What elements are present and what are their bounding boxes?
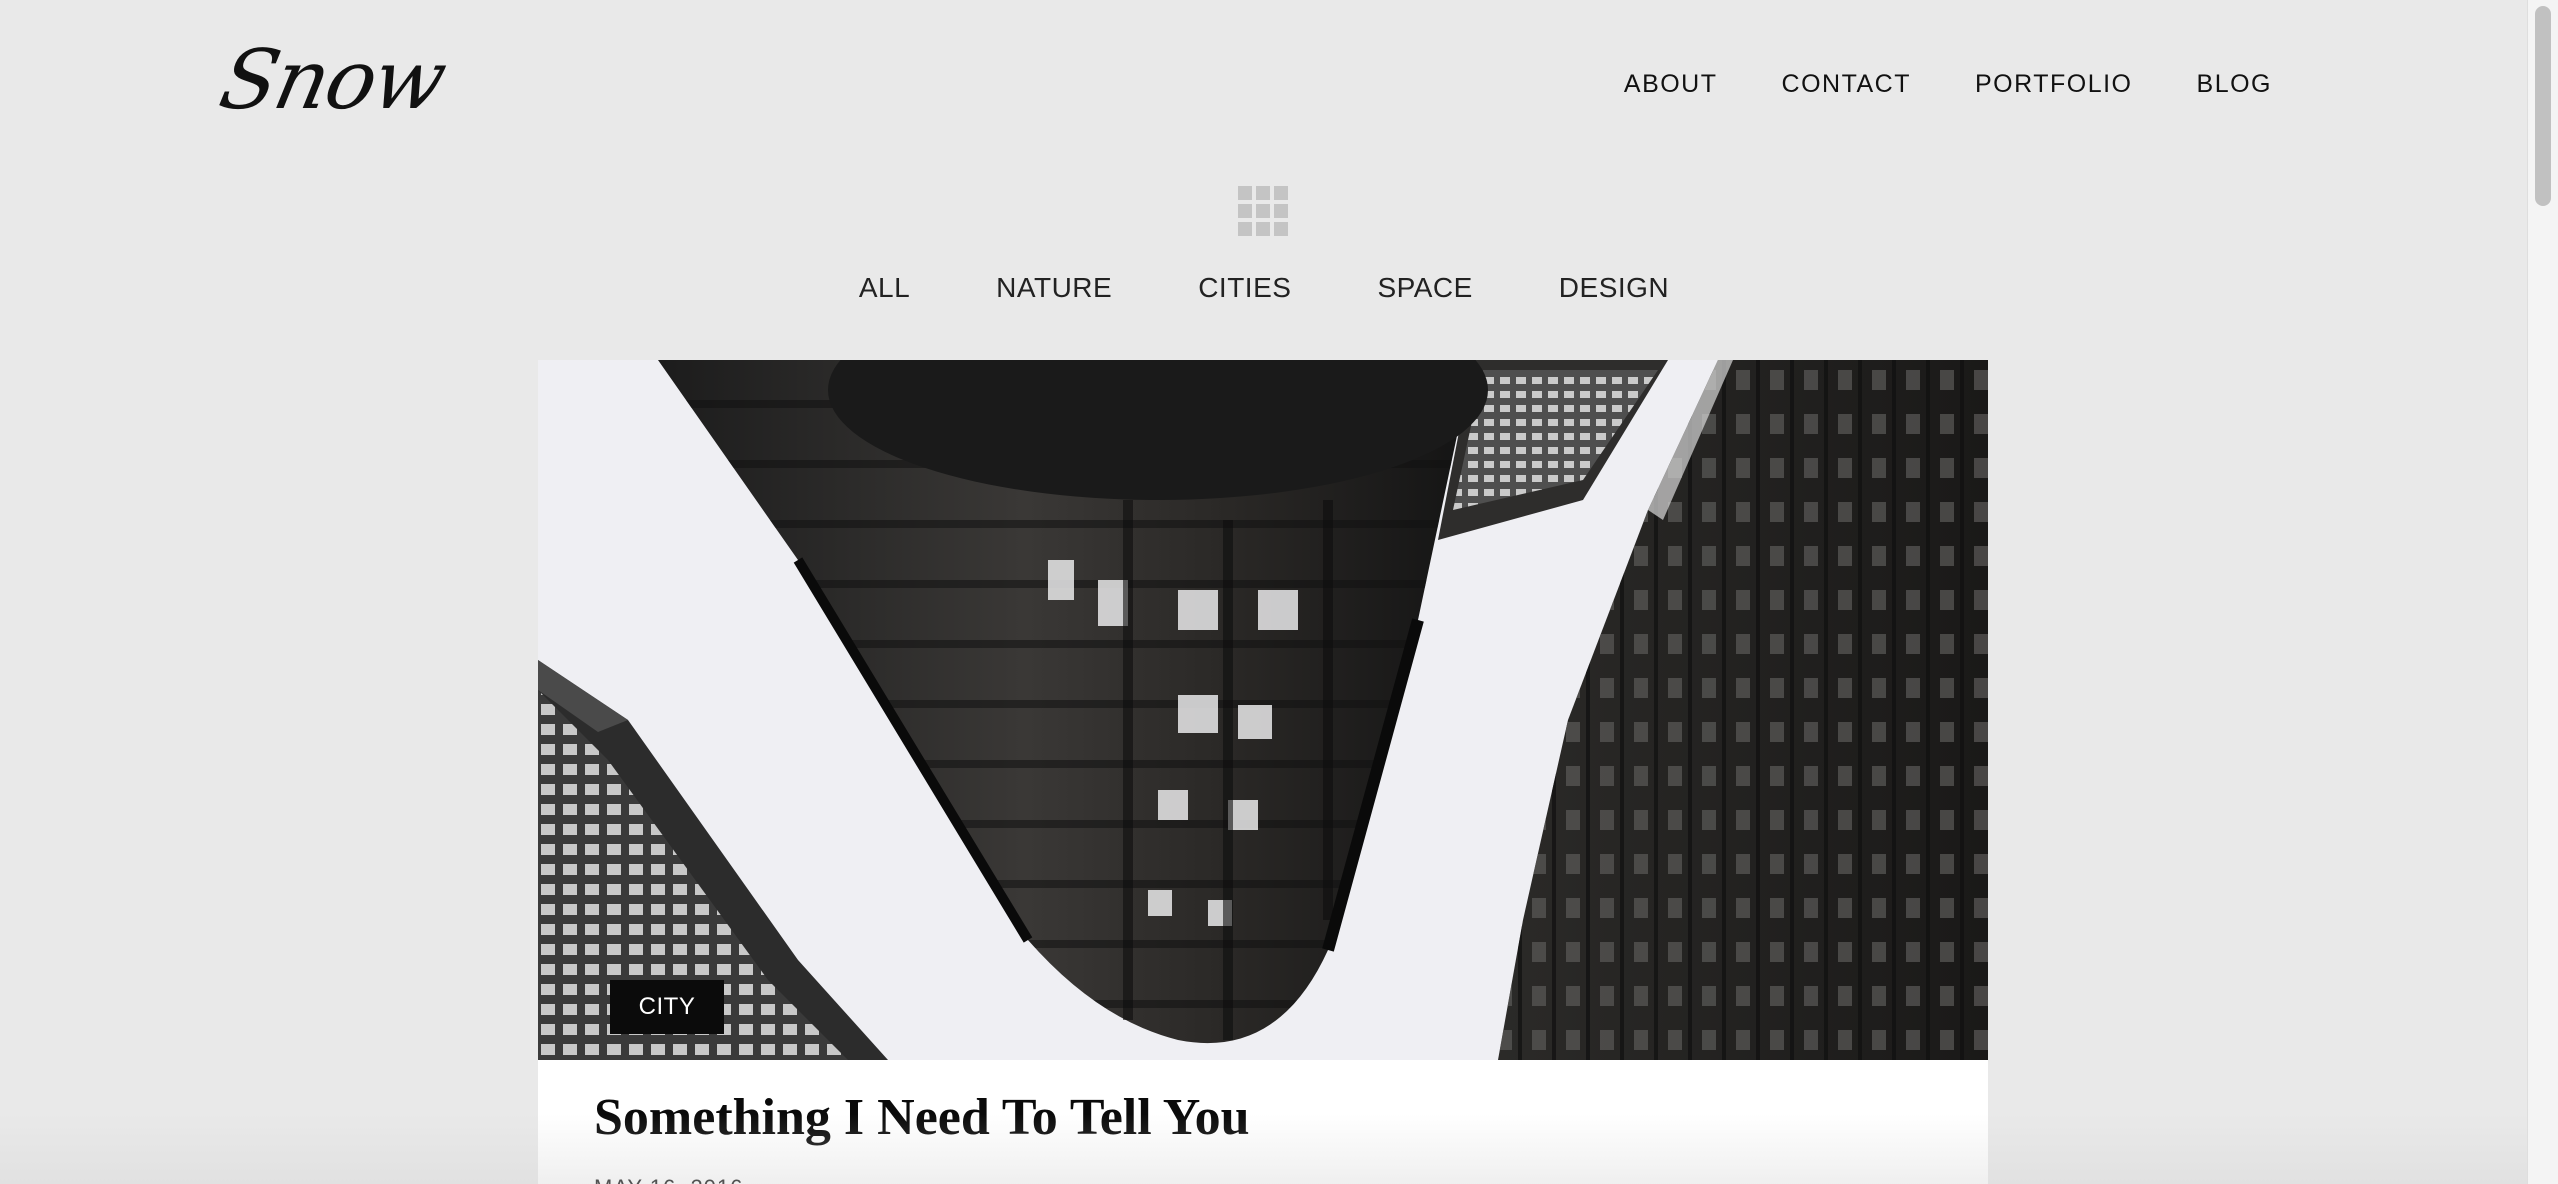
filter-design[interactable]: DESIGN — [1559, 272, 1669, 304]
scrollbar-thumb[interactable] — [2535, 6, 2551, 206]
grid-icon-cell — [1274, 222, 1288, 236]
grid-icon[interactable] — [1238, 186, 1288, 236]
grid-icon-cell — [1238, 204, 1252, 218]
nav-item-portfolio[interactable]: PORTFOLIO — [1975, 70, 2133, 99]
post-date: MAY 16, 2016 — [594, 1175, 743, 1184]
filter-nature[interactable]: NATURE — [996, 272, 1112, 304]
grid-icon-cell — [1256, 186, 1270, 200]
post-hero-image[interactable]: CITY — [538, 360, 1988, 1060]
post-title[interactable]: Something I Need To Tell You — [594, 1088, 1249, 1147]
grid-icon-cell — [1274, 204, 1288, 218]
grid-icon-cell — [1256, 222, 1270, 236]
vertical-scrollbar[interactable] — [2527, 0, 2558, 1184]
filter-space[interactable]: SPACE — [1377, 272, 1472, 304]
filter-all[interactable]: ALL — [859, 272, 910, 304]
post-card: CITY Something I Need To Tell You MAY 16… — [538, 360, 1988, 1184]
category-badge[interactable]: CITY — [610, 980, 724, 1034]
grid-icon-cell — [1238, 186, 1252, 200]
nav-item-about[interactable]: ABOUT — [1624, 70, 1718, 99]
category-filter: ALL NATURE CITIES SPACE DESIGN — [0, 272, 2528, 304]
filter-cities[interactable]: CITIES — [1198, 272, 1291, 304]
nav-item-contact[interactable]: CONTACT — [1782, 70, 1911, 99]
main-nav: ABOUT CONTACT PORTFOLIO BLOG — [1624, 70, 2272, 99]
grid-icon-cell — [1238, 222, 1252, 236]
building-illustration — [538, 360, 1988, 1060]
nav-item-blog[interactable]: BLOG — [2197, 70, 2272, 99]
page: Snow ABOUT CONTACT PORTFOLIO BLOG ALL NA… — [0, 0, 2558, 1184]
site-logo[interactable]: Snow — [212, 33, 453, 128]
grid-icon-cell — [1274, 186, 1288, 200]
grid-icon-cell — [1256, 204, 1270, 218]
